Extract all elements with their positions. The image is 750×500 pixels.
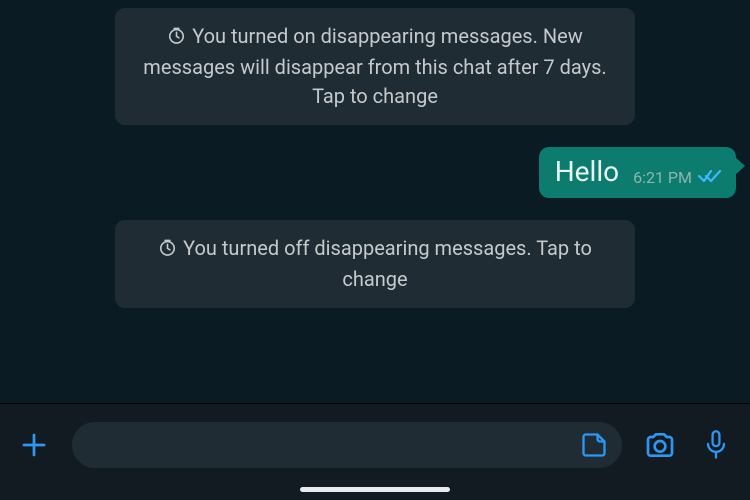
timer-icon [158,236,177,265]
message-input[interactable] [90,435,578,456]
timer-icon [167,24,186,53]
composer-bar [0,403,750,500]
sticker-button[interactable] [578,429,610,461]
voice-message-button[interactable] [698,427,734,463]
message-row: Hello 6:21 PM [0,147,750,198]
outgoing-message-bubble[interactable]: Hello 6:21 PM [539,147,736,198]
read-receipt-icon [698,168,722,188]
sticker-icon [580,431,608,459]
microphone-icon [702,429,730,461]
chat-area: You turned on disappearing messages. New… [0,0,750,403]
message-meta: 6:21 PM [633,168,722,188]
plus-icon [19,430,49,460]
message-time: 6:21 PM [633,168,692,187]
camera-icon [644,429,676,461]
system-message-disappearing-on[interactable]: You turned on disappearing messages. New… [115,8,635,125]
message-text: Hello [555,157,619,188]
camera-button[interactable] [642,427,678,463]
system-message-text: You turned on disappearing messages. New… [143,24,606,108]
message-input-container[interactable] [72,422,622,468]
system-message-text: You turned off disappearing messages. Ta… [183,236,592,291]
home-indicator[interactable] [300,487,450,492]
system-message-disappearing-off[interactable]: You turned off disappearing messages. Ta… [115,220,635,308]
attach-button[interactable] [16,427,52,463]
